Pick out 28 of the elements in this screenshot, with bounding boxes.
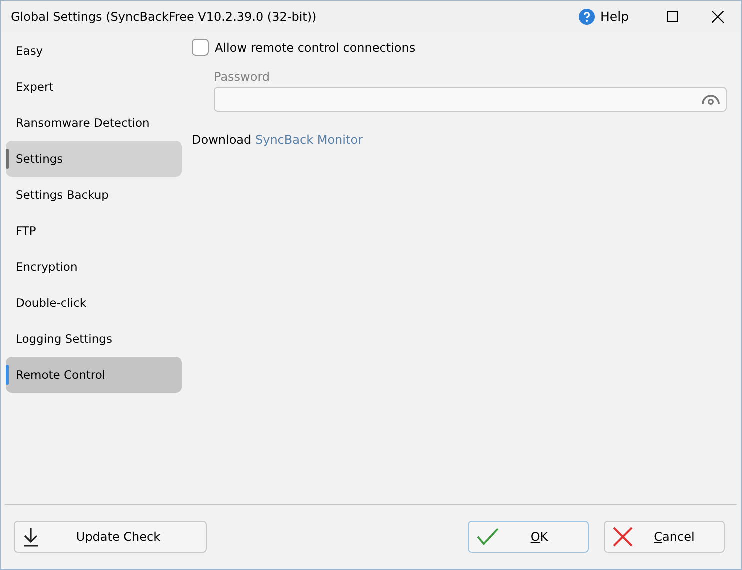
cancel-button[interactable]: Cancel <box>604 521 725 553</box>
sidebar-item[interactable]: Easy <box>6 33 182 69</box>
sidebar-item[interactable]: Logging Settings <box>6 321 182 357</box>
sidebar-item[interactable]: Encryption <box>6 249 182 285</box>
window-title: Global Settings (SyncBackFree V10.2.39.0 (32-bit)) <box>11 10 318 24</box>
sidebar-item[interactable]: Ransomware Detection <box>6 105 182 141</box>
password-field[interactable] <box>214 87 727 112</box>
checkbox-label[interactable]: Allow remote control connections <box>215 40 416 54</box>
update-button[interactable]: Update Check <box>14 521 207 553</box>
help-icon[interactable] <box>578 8 594 24</box>
field-label: Password <box>214 70 272 84</box>
monitor-link[interactable]: SyncBack Monitor <box>255 133 363 147</box>
checkbox[interactable] <box>192 39 209 56</box>
sidebar-item[interactable]: Settings <box>6 141 182 177</box>
sidebar-item[interactable]: Settings Backup <box>6 177 182 213</box>
sidebar-item[interactable]: Double-click <box>6 285 182 321</box>
close-icon[interactable] <box>712 10 724 22</box>
ok-button[interactable]: OK <box>468 521 589 553</box>
eye-icon[interactable] <box>702 94 720 105</box>
download-text: Download <box>192 133 252 147</box>
close-icon <box>613 527 633 547</box>
maximize-icon[interactable] <box>666 11 678 22</box>
sidebar-item[interactable]: Expert <box>6 69 182 105</box>
checkmark-icon <box>477 528 499 546</box>
sidebar-item[interactable]: Remote Control <box>6 357 182 393</box>
download-icon <box>23 527 39 547</box>
help-link[interactable]: Help <box>600 9 629 24</box>
sidebar-item[interactable]: FTP <box>6 213 182 249</box>
